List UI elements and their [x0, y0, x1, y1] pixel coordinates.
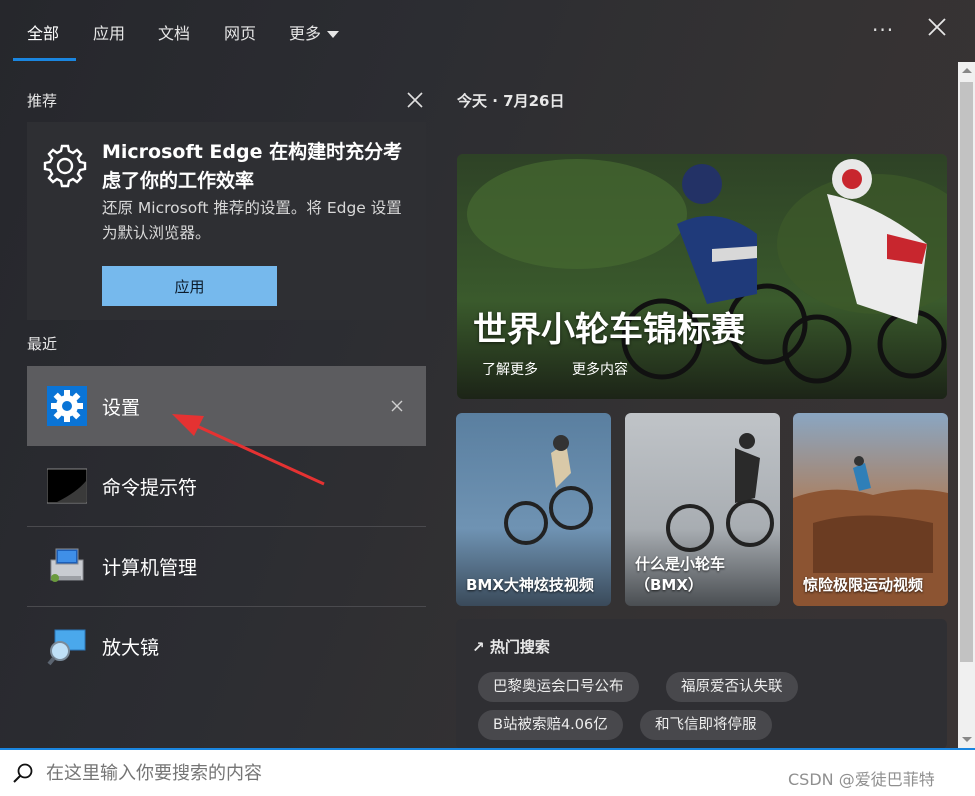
tab-all[interactable]: 全部 [27, 20, 59, 44]
top-nav: 全部 应用 文档 网页 更多 ··· [0, 0, 975, 62]
recent-item-computer-management[interactable]: 计算机管理 [27, 526, 426, 606]
video-tile-extreme-sports[interactable]: 惊险极限运动视频 [793, 413, 948, 606]
hero-more-content-link[interactable]: 更多内容 [572, 359, 628, 379]
hero-card[interactable]: 世界小轮车锦标赛 了解更多 更多内容 [457, 154, 947, 399]
scrollbar-thumb[interactable] [960, 82, 973, 662]
tile-caption: 什么是小轮车 （BMX） [635, 554, 725, 596]
hot-searches-title: ↗ 热门搜索 [472, 636, 550, 657]
caret-down-icon [327, 31, 340, 38]
computer-management-icon [50, 548, 84, 582]
recent-item-magnifier[interactable]: 放大镜 [27, 606, 426, 686]
settings-gear-icon [47, 386, 87, 426]
command-prompt-icon [47, 468, 87, 504]
hero-learn-more-link[interactable]: 了解更多 [482, 359, 538, 379]
watermark: CSDN @爱徒巴菲特 [788, 770, 935, 789]
today-header: 今天 · 7月26日 [457, 90, 564, 111]
search-input[interactable] [46, 759, 746, 787]
hot-search-chip[interactable]: 巴黎奥运会口号公布 [478, 672, 639, 702]
active-tab-indicator [13, 58, 76, 61]
tab-apps[interactable]: 应用 [93, 20, 125, 44]
tab-more[interactable]: 更多 [289, 20, 340, 44]
recommend-section-title: 推荐 [27, 92, 58, 110]
hot-searches-panel: ↗ 热门搜索 巴黎奥运会口号公布 福原爱否认失联 B站被索赔4.06亿 和飞信即… [456, 619, 947, 749]
hot-search-chip[interactable]: B站被索赔4.06亿 [478, 710, 623, 740]
magnifier-icon [47, 629, 86, 666]
more-options-icon[interactable]: ··· [872, 18, 894, 42]
recent-section-title: 最近 [27, 335, 58, 353]
recommend-title: Microsoft Edge 在构建时充分考虑了你的工作效率 [102, 141, 403, 192]
video-tile-bmx-tricks[interactable]: BMX大神炫技视频 [456, 413, 611, 606]
recent-item-label: 设置 [102, 397, 141, 419]
today-date: 7月26日 [503, 92, 565, 110]
scroll-up-icon[interactable] [962, 68, 972, 73]
tab-docs[interactable]: 文档 [158, 20, 190, 44]
scrollbar[interactable] [958, 62, 975, 748]
search-icon [13, 763, 33, 783]
recommend-description: 还原 Microsoft 推荐的设置。将 Edge 设置为默认浏览器。 [102, 199, 402, 242]
annotation-arrow [172, 414, 325, 486]
gear-icon [43, 144, 87, 188]
tab-web[interactable]: 网页 [224, 20, 256, 44]
today-label: 今天 [457, 92, 488, 110]
video-tile-what-is-bmx[interactable]: 什么是小轮车 （BMX） [625, 413, 780, 606]
dot-separator: · [492, 92, 504, 110]
tile-caption-line2: （BMX） [635, 576, 703, 594]
apply-button[interactable]: 应用 [102, 266, 277, 306]
recommend-card: Microsoft Edge 在构建时充分考虑了你的工作效率 还原 Micros… [27, 122, 426, 320]
recent-item-label: 计算机管理 [102, 557, 198, 579]
tile-caption-line1: 什么是小轮车 [635, 555, 726, 573]
hot-search-chip[interactable]: 福原爱否认失联 [666, 672, 798, 702]
tile-caption: 惊险极限运动视频 [803, 576, 924, 594]
scroll-down-icon[interactable] [962, 737, 972, 742]
dismiss-recommend-icon[interactable] [405, 90, 425, 110]
hot-search-chip[interactable]: 和飞信即将停服 [640, 710, 772, 740]
hot-searches-label: 热门搜索 [489, 638, 550, 656]
remove-recent-icon[interactable] [389, 398, 405, 414]
recent-item-label: 放大镜 [102, 637, 160, 659]
hero-title: 世界小轮车锦标赛 [473, 310, 745, 350]
close-icon[interactable] [926, 16, 948, 38]
tab-more-label: 更多 [289, 24, 322, 43]
trending-icon: ↗ [472, 638, 485, 656]
tile-caption: BMX大神炫技视频 [466, 576, 594, 594]
